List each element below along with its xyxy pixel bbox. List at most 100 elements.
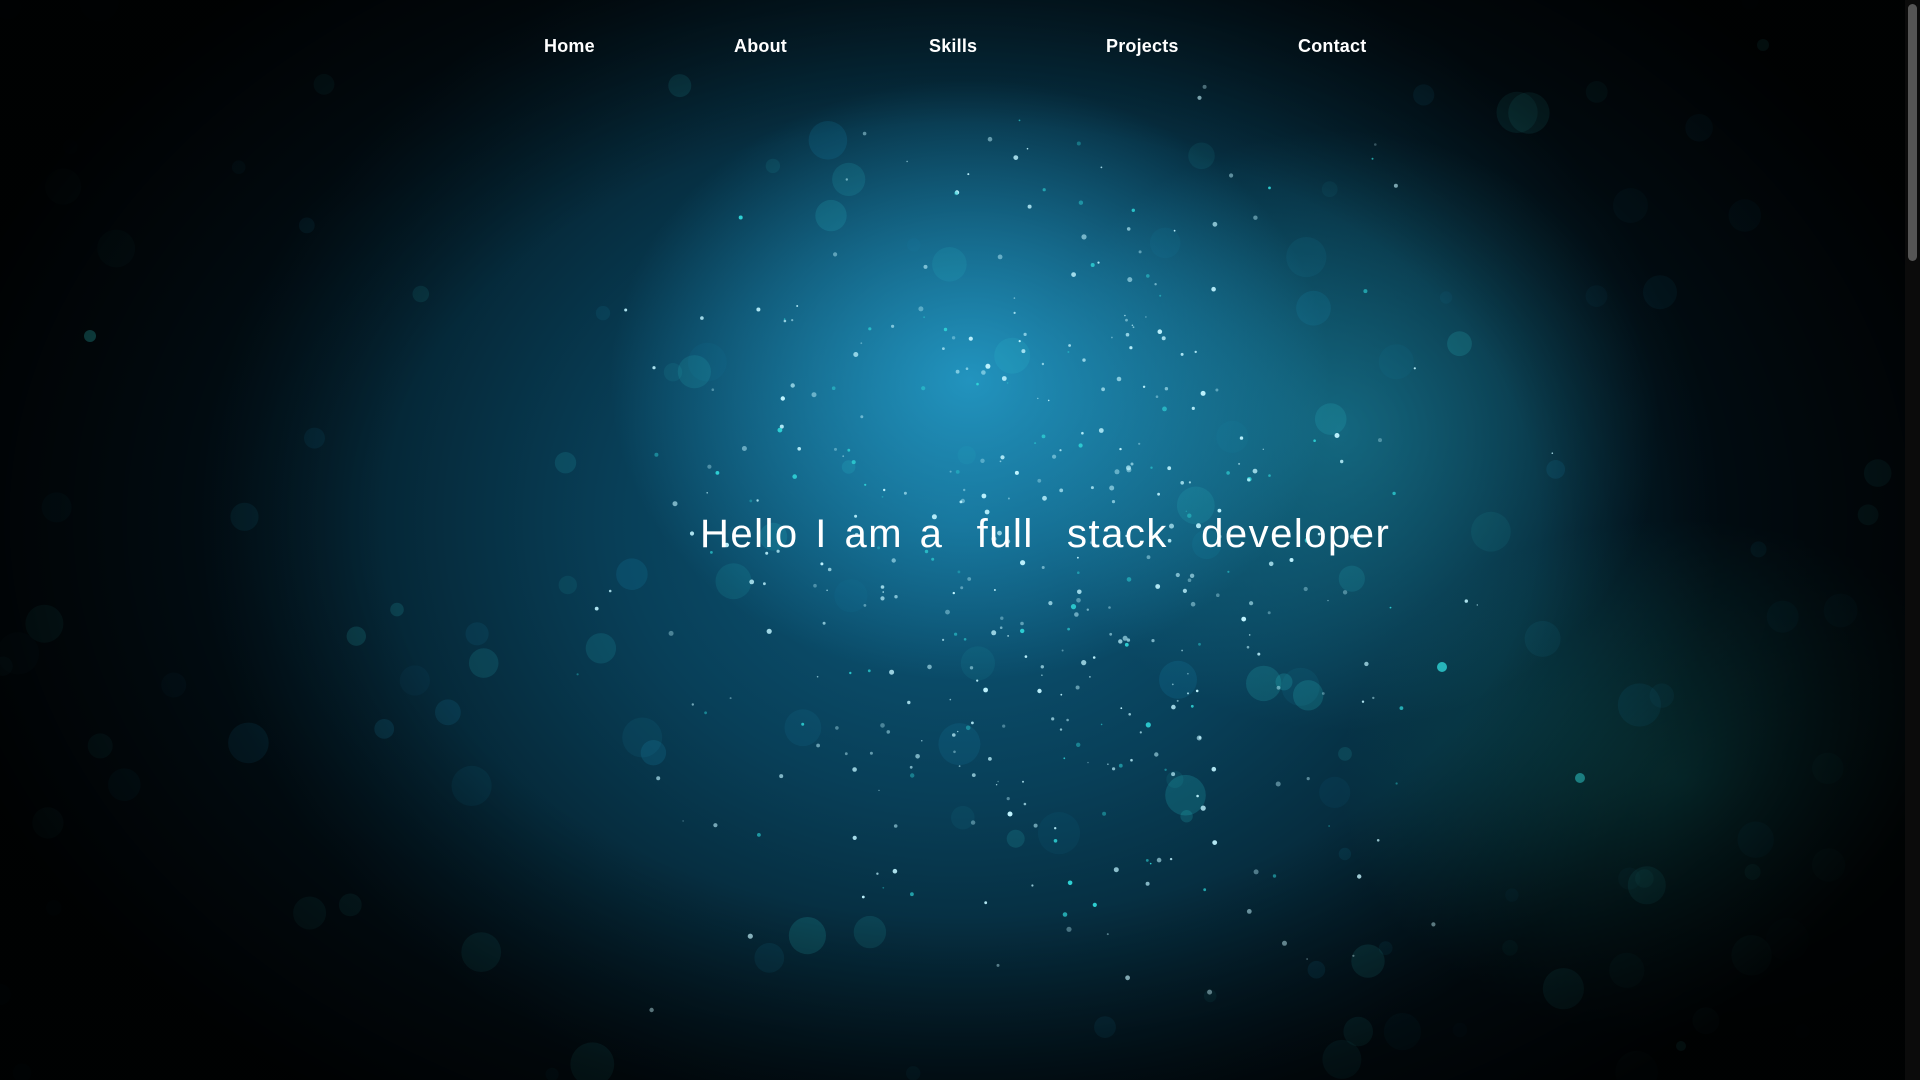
bokeh-particle <box>1737 821 1774 858</box>
nav-projects-link[interactable]: Projects <box>1106 36 1179 57</box>
star-particle <box>1139 731 1142 734</box>
star-particle <box>1157 492 1160 496</box>
bokeh-particle <box>1293 680 1324 711</box>
star-particle <box>1090 263 1095 267</box>
star-particle <box>1007 811 1013 817</box>
star-particle <box>707 464 712 469</box>
star-particle <box>955 369 960 374</box>
bokeh-particle <box>87 733 113 759</box>
star-particle <box>1116 376 1122 382</box>
star-particle <box>971 773 976 777</box>
star-particle <box>1031 884 1034 887</box>
star-particle <box>1111 336 1113 339</box>
star-particle <box>1155 584 1161 589</box>
star-particle <box>1159 294 1162 297</box>
star-particle <box>951 336 956 340</box>
star-particle <box>1040 665 1045 669</box>
star-particle <box>949 470 952 473</box>
star-particle <box>861 895 865 899</box>
star-particle <box>1127 277 1133 283</box>
star-particle <box>1267 611 1271 615</box>
star-particle <box>1156 857 1162 863</box>
star-particle <box>1109 632 1113 636</box>
star-particle <box>715 471 720 475</box>
star-particle <box>1026 147 1029 150</box>
star-particle <box>976 382 979 386</box>
star-particle <box>1190 704 1194 708</box>
star-particle <box>1041 674 1043 676</box>
star-particle <box>1154 752 1159 757</box>
bokeh-particle <box>1159 660 1197 699</box>
star-particle <box>1037 397 1039 400</box>
star-particle <box>957 570 961 574</box>
star-particle <box>689 531 695 536</box>
bokeh-particle <box>228 722 269 764</box>
star-particle <box>1352 954 1355 957</box>
bokeh-particle <box>1731 935 1772 976</box>
star-particle <box>1130 758 1133 762</box>
star-particle <box>1066 718 1069 722</box>
star-particle <box>1334 433 1340 438</box>
star-particle <box>1357 874 1362 879</box>
star-particle <box>1126 227 1131 231</box>
star-particle <box>1253 869 1259 875</box>
star-particle <box>1162 406 1167 412</box>
bokeh-particle <box>1439 291 1453 304</box>
star-particle <box>1087 761 1089 764</box>
star-particle <box>1249 601 1254 606</box>
nav-contact-link[interactable]: Contact <box>1298 36 1366 57</box>
nav-about-link[interactable]: About <box>734 36 787 57</box>
star-particle <box>790 383 795 388</box>
star-particle <box>853 352 859 357</box>
star-particle <box>921 740 923 742</box>
star-particle <box>860 415 864 419</box>
star-particle <box>882 886 885 889</box>
star-particle <box>918 306 924 312</box>
bokeh-particle <box>663 363 683 382</box>
star-particle <box>1268 561 1274 567</box>
star-particle <box>1197 95 1202 100</box>
star-particle <box>672 501 678 507</box>
star-particle <box>1120 707 1123 710</box>
bokeh-particle <box>1471 511 1511 552</box>
star-particle <box>868 327 872 331</box>
scrollbar-thumb[interactable] <box>1908 4 1917 261</box>
star-particle <box>1413 367 1416 370</box>
bokeh-particle <box>97 229 136 268</box>
star-particle <box>995 784 998 786</box>
star-particle <box>1149 862 1152 865</box>
bokeh-particle <box>1617 683 1661 727</box>
star-particle <box>864 483 867 486</box>
star-particle <box>1226 471 1230 475</box>
star-particle <box>1048 601 1053 606</box>
star-particle <box>1074 612 1079 617</box>
bokeh-particle <box>298 217 315 234</box>
star-particle <box>1303 586 1308 592</box>
bokeh-particle <box>461 932 502 972</box>
star-particle <box>813 583 817 588</box>
nav-skills-link[interactable]: Skills <box>929 36 977 57</box>
star-particle <box>910 773 915 778</box>
page-scrollbar[interactable] <box>1905 0 1920 1080</box>
bokeh-particle <box>938 723 981 766</box>
star-particle <box>1154 283 1157 286</box>
star-particle <box>1047 399 1050 402</box>
star-particle <box>1071 272 1076 277</box>
nav-home-link[interactable]: Home <box>544 36 595 57</box>
bokeh-particle <box>1338 565 1365 592</box>
star-particle <box>1070 604 1077 610</box>
bokeh-particle <box>1524 620 1561 657</box>
star-particle <box>915 754 920 759</box>
star-particle <box>891 558 896 563</box>
bokeh-particle <box>399 665 430 696</box>
star-particle <box>967 173 970 176</box>
star-particle <box>862 131 867 136</box>
star-particle <box>1239 436 1244 440</box>
star-particle <box>991 630 997 636</box>
star-particle <box>1014 470 1019 475</box>
star-particle <box>749 499 753 503</box>
star-particle <box>1138 442 1141 445</box>
bokeh-particle <box>63 139 78 155</box>
star-particle <box>1059 449 1062 452</box>
bokeh-particle <box>1546 460 1566 479</box>
